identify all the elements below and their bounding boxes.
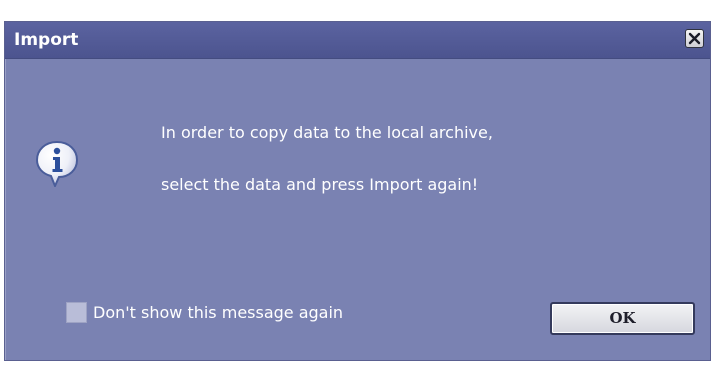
import-dialog: Import In order to copy data to the loca… [4,21,711,361]
dialog-title: Import [14,30,79,50]
message-line-1: In order to copy data to the local archi… [161,123,493,142]
ok-button[interactable]: OK [550,302,695,335]
message-line-2: select the data and press Import again! [161,175,479,194]
info-icon [34,139,80,189]
dont-show-again-checkbox[interactable] [66,302,87,323]
close-icon [688,32,701,45]
close-button[interactable] [685,29,704,48]
title-bar: Import [5,22,710,59]
dont-show-again-label[interactable]: Don't show this message again [93,303,343,322]
